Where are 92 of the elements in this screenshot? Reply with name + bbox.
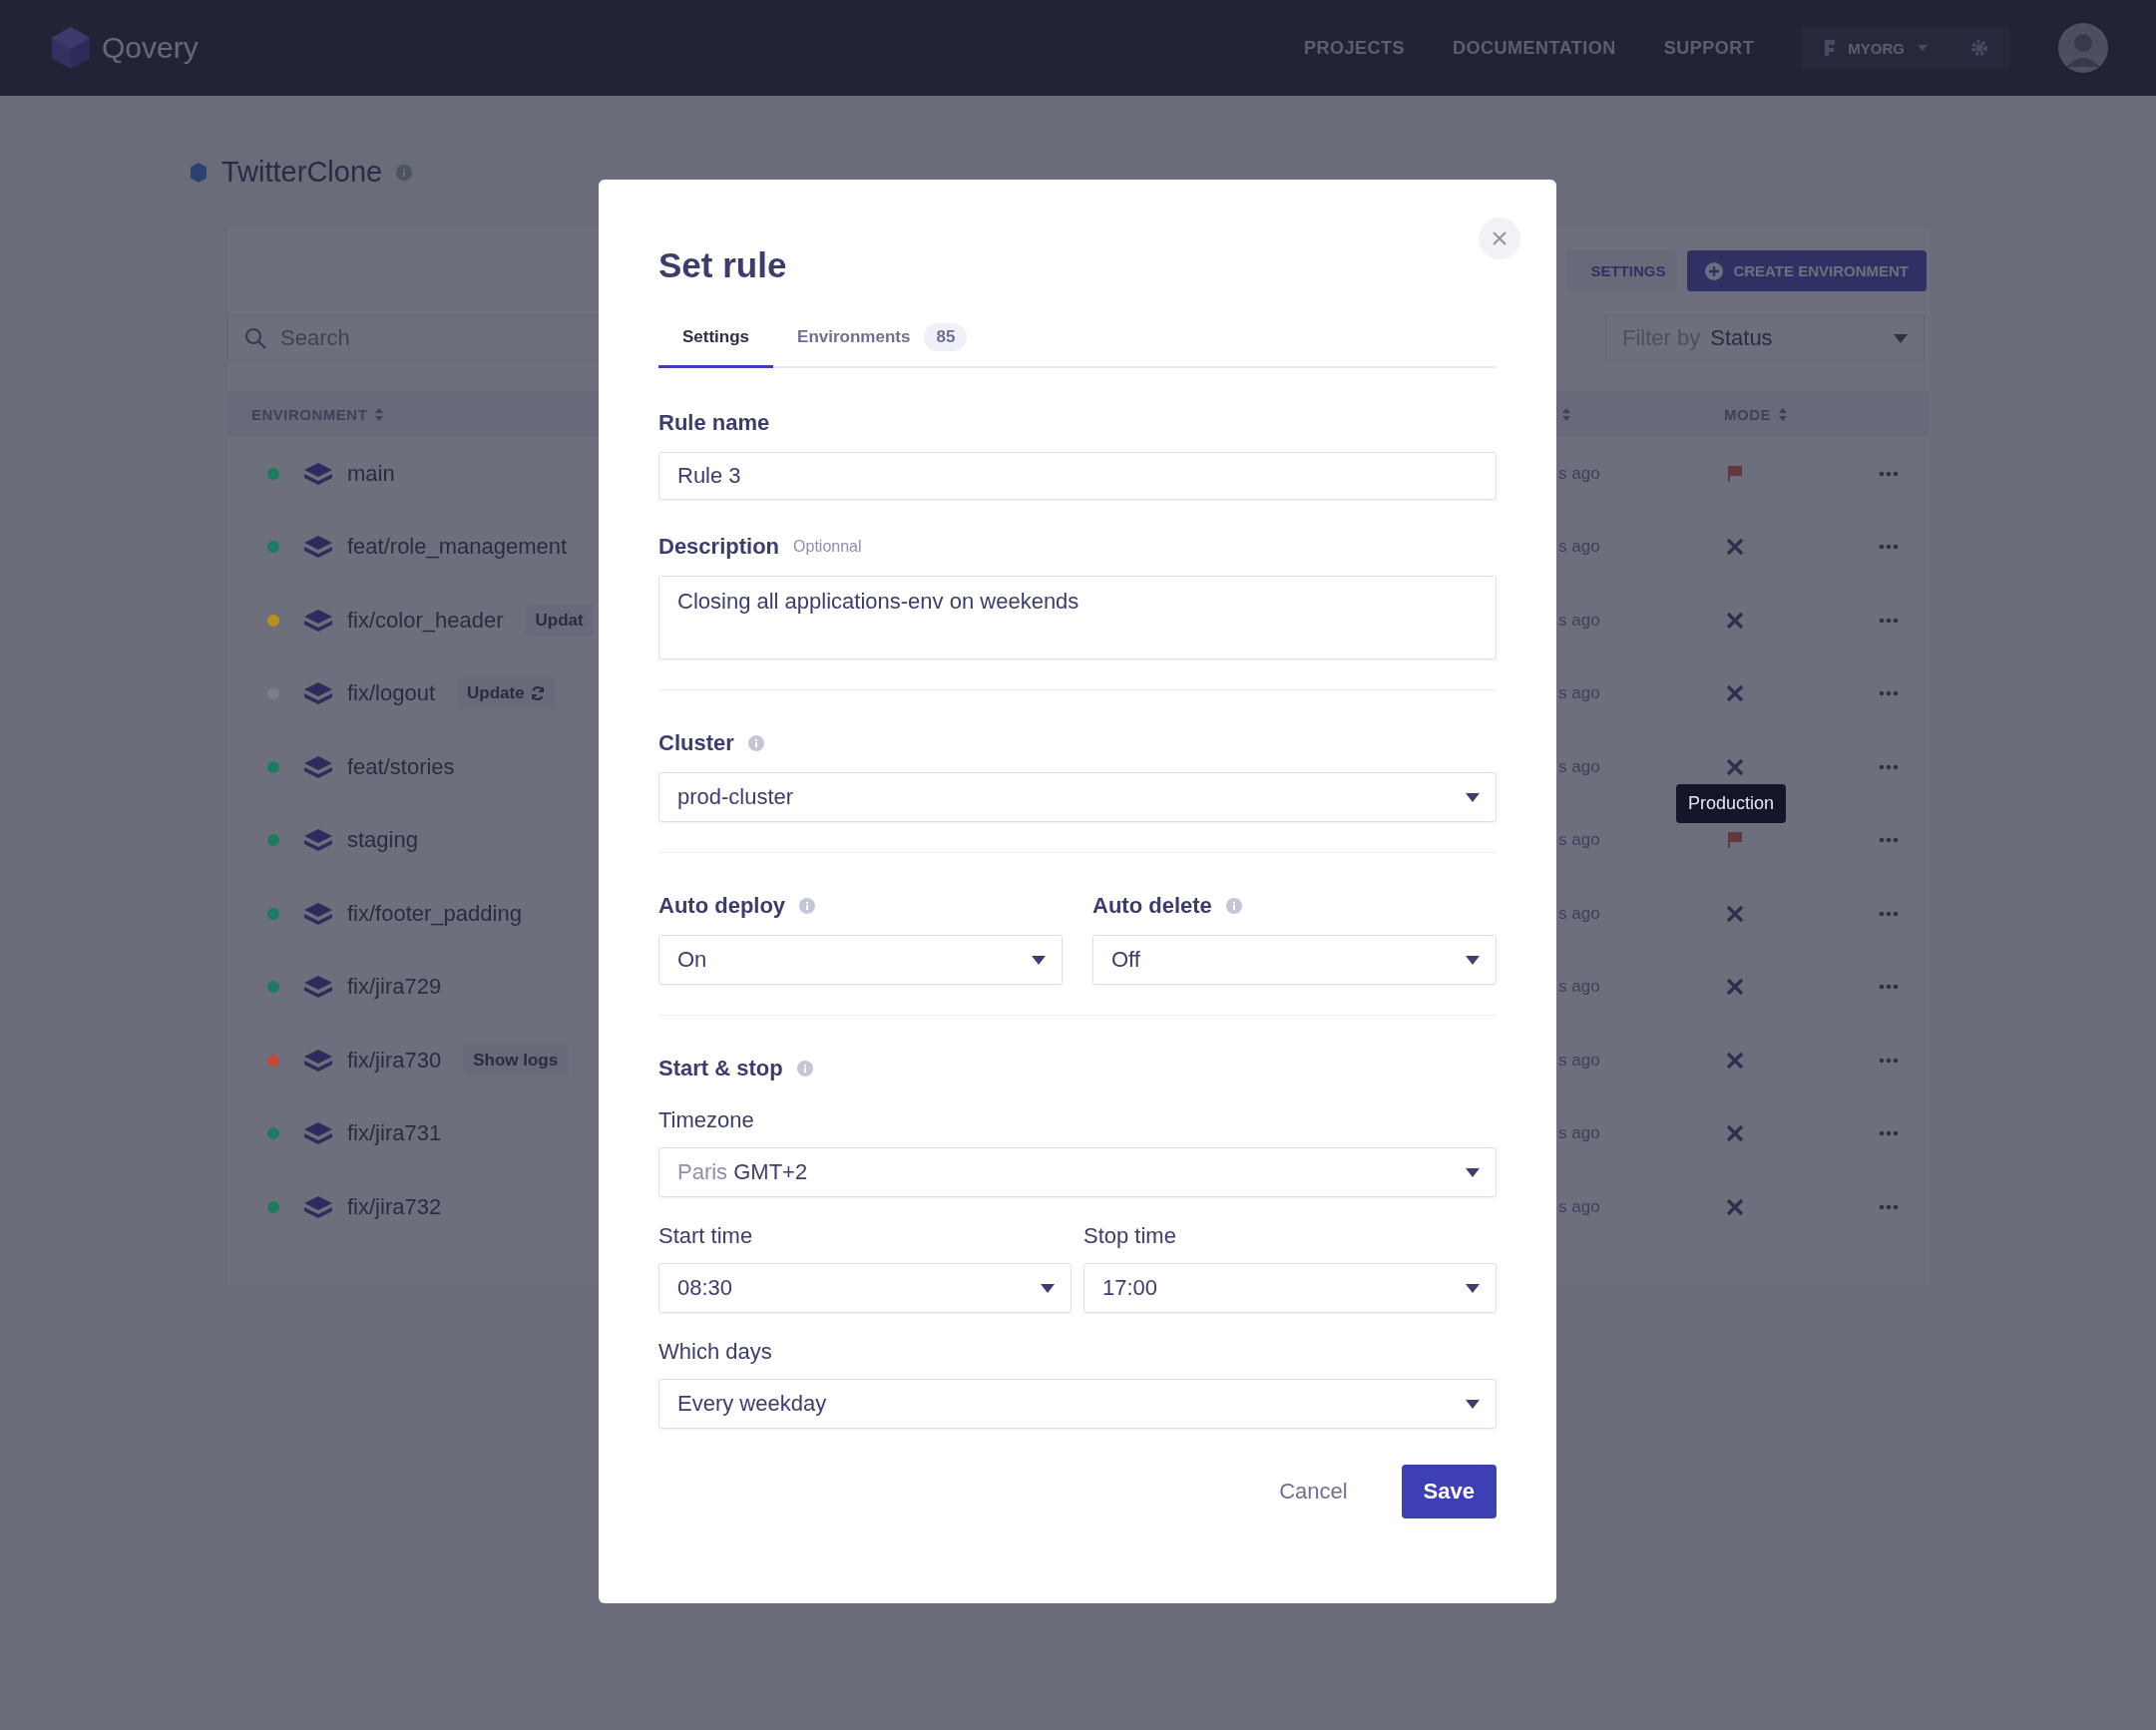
environment-name[interactable]: fix/color_header (347, 607, 504, 634)
more-icon[interactable] (1879, 470, 1899, 477)
field-label: Timezone (658, 1107, 755, 1133)
cube-logo-icon (50, 25, 92, 71)
more-icon[interactable] (1879, 837, 1899, 844)
more-icon[interactable] (1879, 544, 1899, 551)
more-icon[interactable] (1879, 617, 1899, 624)
environment-name[interactable]: main (347, 460, 395, 487)
caret-icon (1466, 792, 1480, 802)
description-field[interactable]: Closing all applications-env on weekends (658, 576, 1497, 659)
sort-icon[interactable] (375, 407, 384, 421)
more-icon[interactable] (1879, 984, 1899, 991)
layers-icon (303, 1121, 333, 1146)
layers-icon (303, 1194, 333, 1219)
action-chip[interactable]: Updat (525, 604, 594, 637)
more-icon[interactable] (1879, 690, 1899, 697)
info-icon (396, 164, 413, 181)
info-icon (796, 1061, 813, 1077)
action-chip[interactable]: Update (457, 677, 555, 710)
time-select[interactable]: 17:00 (1083, 1263, 1497, 1313)
layers-icon (303, 535, 333, 560)
toggle-select[interactable]: On (658, 935, 1063, 985)
field-label: Stop time (1083, 1223, 1177, 1249)
section-title: Start & stop (658, 1056, 783, 1081)
nav-link[interactable]: DOCUMENTATION (1453, 37, 1616, 59)
environment-name[interactable]: staging (347, 827, 418, 854)
environment-name[interactable]: fix/footer_padding (347, 900, 522, 927)
layers-icon (303, 754, 333, 779)
layers-icon (303, 608, 333, 633)
tooltip: Production (1676, 784, 1787, 823)
tab[interactable]: Settings (658, 315, 774, 368)
field-label: Cluster (658, 730, 734, 756)
sort-icon[interactable] (1779, 407, 1787, 421)
caret-icon (1466, 1283, 1480, 1293)
layers-icon (303, 828, 333, 853)
layers-icon (303, 461, 333, 486)
timezone-select[interactable]: Paris GMT+2 (658, 1147, 1497, 1197)
avatar-icon[interactable] (2058, 23, 2108, 73)
toggle-select[interactable]: Off (1092, 935, 1497, 985)
more-icon[interactable] (1879, 910, 1899, 917)
info-icon (747, 735, 764, 751)
info-icon (799, 898, 816, 914)
field-label: Which days (658, 1339, 773, 1365)
optional-hint: Optionnal (793, 538, 862, 556)
caret-icon (1917, 44, 1929, 52)
rule-name-field[interactable]: Rule 3 (658, 452, 1497, 500)
cluster-select[interactable]: prod-cluster (658, 772, 1497, 822)
close-icon (1492, 230, 1508, 246)
environment-name[interactable]: fix/logout (347, 680, 436, 707)
more-icon[interactable] (1879, 1057, 1899, 1064)
field-label: Auto delete (1092, 893, 1212, 919)
brand-name[interactable]: Qovery (102, 31, 199, 65)
layers-icon (303, 975, 333, 1000)
save-button[interactable]: Save (1401, 1465, 1497, 1518)
action-chip[interactable]: Show logs (463, 1044, 569, 1077)
more-icon[interactable] (1879, 1130, 1899, 1137)
days-select[interactable]: Every weekday (658, 1379, 1497, 1429)
environment-name[interactable]: fix/jira729 (347, 974, 442, 1001)
search-icon (243, 326, 267, 350)
nav-link[interactable]: PROJECTS (1303, 37, 1405, 59)
environment-name[interactable]: fix/jira732 (347, 1193, 442, 1220)
layers-icon (303, 1048, 333, 1073)
layers-icon (303, 901, 333, 926)
caret-icon (1466, 1167, 1480, 1177)
environment-name[interactable]: feat/stories (347, 753, 455, 780)
project-title: TwitterClone (221, 156, 383, 189)
field-label: Description (658, 534, 780, 560)
cancel-button[interactable]: Cancel (1273, 1478, 1354, 1506)
caret-icon (1032, 955, 1046, 965)
plus-icon (1705, 261, 1724, 280)
nav-link[interactable]: SUPPORT (1663, 37, 1755, 59)
field-label: Start time (658, 1223, 754, 1249)
caret-icon (1466, 955, 1480, 965)
cube-icon (190, 161, 208, 184)
dialog-title: Set rule (658, 245, 788, 285)
settings-button[interactable]: SETTINGS (1566, 250, 1678, 291)
field-label: Rule name (658, 410, 771, 436)
environment-name[interactable]: fix/jira731 (347, 1120, 442, 1147)
caret-icon (1466, 1399, 1480, 1409)
info-icon (1225, 898, 1242, 914)
sort-icon[interactable] (1562, 407, 1570, 421)
caret-icon (1894, 333, 1908, 343)
environment-name[interactable]: feat/role_management (347, 534, 568, 561)
time-select[interactable]: 08:30 (658, 1263, 1072, 1313)
field-label: Auto deploy (658, 893, 786, 919)
layers-icon (303, 681, 333, 706)
settings-icon[interactable] (1970, 39, 1988, 57)
more-icon[interactable] (1879, 1203, 1899, 1210)
close-button[interactable] (1479, 217, 1520, 259)
environment-name[interactable]: fix/jira730 (347, 1047, 442, 1074)
more-icon[interactable] (1879, 763, 1899, 770)
caret-icon (1041, 1283, 1055, 1293)
